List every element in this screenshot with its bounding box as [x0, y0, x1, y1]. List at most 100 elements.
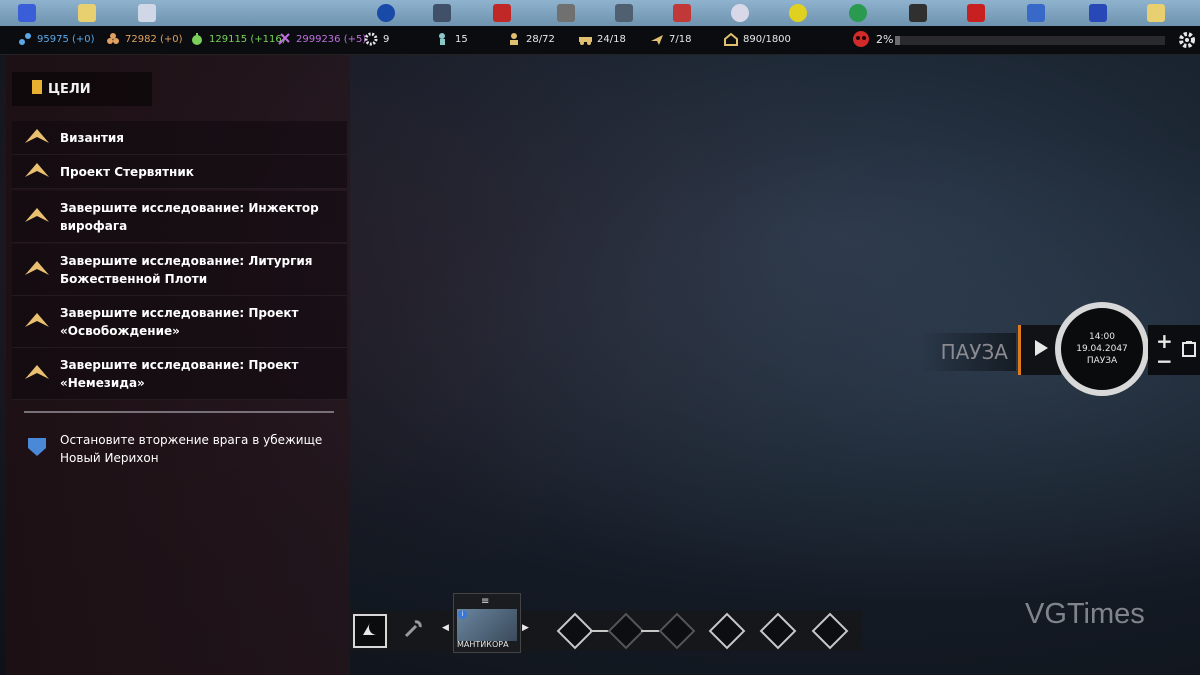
resource-value: 28/72 — [526, 33, 555, 45]
resource-storage[interactable]: 890/1800 — [724, 32, 791, 46]
resource-value: 9 — [383, 33, 390, 45]
objectives-header[interactable]: ЦЕЛИ — [12, 72, 152, 106]
resource-value: 2999236 (+5) — [296, 33, 367, 45]
threat-meter[interactable]: 2% — [850, 30, 1168, 50]
aircraft-name: МАНТИКОРА — [457, 640, 509, 649]
wrench-icon — [403, 619, 423, 643]
monitor-icon[interactable] — [433, 4, 451, 22]
folder-icon[interactable] — [78, 4, 96, 22]
skull-icon — [850, 30, 872, 50]
resource-value: 72982 (+0) — [125, 33, 183, 45]
desktop-icon-strip — [0, 0, 1200, 26]
objective-text: Византия — [60, 130, 124, 145]
speed-controls: + − — [1148, 325, 1200, 375]
objectives-title: ЦЕЛИ — [48, 81, 91, 97]
secondary-objective[interactable]: Остановите вторжение врага в убежище Нов… — [12, 424, 347, 474]
vehicle-slot-3[interactable] — [658, 612, 696, 650]
editor-icon[interactable] — [615, 4, 633, 22]
scientist-icon — [436, 32, 450, 46]
folder-icon[interactable] — [1147, 4, 1165, 22]
clock-status: ПАУЗА — [1086, 356, 1118, 366]
objective-text: Проект Стервятник — [60, 164, 194, 179]
game-clock[interactable]: 14:00 19.04.2047 ПАУЗА — [1055, 302, 1149, 396]
arrow-right-icon[interactable]: ▶ — [522, 623, 529, 633]
watermark: VGTimes — [1025, 598, 1145, 630]
gear-icon[interactable] — [1178, 31, 1196, 52]
objective-text: Завершите исследование: Инжектор вирофаг… — [60, 200, 319, 233]
vehicle-slot-1[interactable] — [556, 612, 594, 650]
clapper-icon[interactable] — [909, 4, 927, 22]
resource-value: 890/1800 — [743, 33, 791, 45]
objective-text: Завершите исследование: Литургия Божеств… — [60, 253, 313, 286]
objective-item[interactable]: Завершите исследование: Литургия Божеств… — [12, 244, 347, 296]
resource-bar: 95975 (+0) 72982 (+0) 129115 (+116) 2999… — [0, 26, 1200, 55]
settings-window-icon[interactable] — [1027, 4, 1045, 22]
food-icon — [106, 32, 120, 46]
objective-item[interactable]: Завершите исследование: Проект «Освобожд… — [12, 296, 347, 348]
objective-icon — [24, 259, 50, 281]
media-icon[interactable] — [731, 4, 749, 22]
resource-value: 7/18 — [669, 33, 692, 45]
objective-text: Завершите исследование: Проект «Освобожд… — [60, 305, 299, 338]
vehicle-slot-2[interactable] — [607, 612, 645, 650]
resource-soldiers[interactable]: 28/72 — [507, 32, 555, 46]
threat-bar — [895, 36, 1165, 45]
archive-icon[interactable] — [1089, 4, 1107, 22]
objective-text: Завершите исследование: Проект «Немезида… — [60, 357, 299, 390]
soldier-icon — [507, 32, 521, 46]
clipboard-icon[interactable] — [1182, 341, 1196, 361]
resource-supplies[interactable]: 129115 (+116) — [190, 32, 286, 46]
disc-icon[interactable] — [789, 4, 807, 22]
action-slot-3[interactable] — [811, 612, 849, 650]
resource-value: 15 — [455, 33, 468, 45]
objective-icon — [24, 127, 50, 149]
objective-item[interactable]: Византия — [12, 121, 347, 155]
app-icon[interactable] — [493, 4, 511, 22]
resource-value: 129115 (+116) — [209, 33, 286, 45]
objective-icon — [24, 206, 50, 228]
pen-icon[interactable] — [673, 4, 691, 22]
wrench-button[interactable] — [396, 614, 430, 648]
menu-icon[interactable]: ≡ — [481, 596, 489, 607]
book-icon — [32, 80, 42, 98]
tools-icon[interactable] — [557, 4, 575, 22]
info-icon[interactable]: i — [458, 610, 467, 619]
clock-time: 14:00 — [1089, 332, 1115, 342]
resource-scientists[interactable]: 15 — [436, 32, 468, 46]
minus-icon[interactable]: − — [1156, 349, 1173, 373]
dna-icon — [277, 32, 291, 46]
resource-food[interactable]: 72982 (+0) — [106, 32, 183, 46]
browser-icon[interactable] — [377, 4, 395, 22]
satellite-dish-icon — [360, 619, 380, 643]
computer-icon[interactable] — [18, 4, 36, 22]
objective-icon — [24, 363, 50, 385]
threat-bar-fill — [895, 36, 901, 45]
resource-aircraft[interactable]: 7/18 — [650, 32, 691, 46]
globe-icon[interactable] — [849, 4, 867, 22]
bottom-toolbar: ◀ ≡ i МАНТИКОРА ▶ — [350, 593, 862, 653]
aircraft-selector[interactable]: ≡ i МАНТИКОРА — [453, 593, 521, 653]
resource-mutagen[interactable]: 2999236 (+5) — [277, 32, 366, 46]
objective-item[interactable]: Проект Стервятник — [12, 155, 347, 189]
objective-icon — [24, 161, 50, 183]
objective-icon — [24, 311, 50, 333]
resource-vehicles[interactable]: 24/18 — [578, 32, 626, 46]
apple-icon — [190, 32, 204, 46]
radar-button[interactable] — [353, 614, 387, 648]
action-slot-1[interactable] — [708, 612, 746, 650]
resource-tech[interactable]: 95975 (+0) — [18, 32, 95, 46]
arrow-left-icon[interactable]: ◀ — [442, 623, 449, 633]
pause-label: ПАУЗА — [920, 333, 1016, 371]
objective-item[interactable]: Завершите исследование: Инжектор вирофаг… — [12, 191, 347, 243]
pdf-icon[interactable] — [967, 4, 985, 22]
resource-engineers[interactable]: 9 — [364, 32, 389, 46]
shield-icon — [24, 436, 50, 462]
play-icon — [1033, 339, 1049, 361]
objective-item[interactable]: Завершите исследование: Проект «Немезида… — [12, 348, 347, 400]
action-slot-2[interactable] — [759, 612, 797, 650]
objectives-divider — [24, 411, 334, 413]
document-icon[interactable] — [138, 4, 156, 22]
secondary-objective-text: Остановите вторжение врага в убежище Нов… — [60, 433, 323, 465]
gear-icon — [364, 32, 378, 46]
network-icon — [18, 32, 32, 46]
